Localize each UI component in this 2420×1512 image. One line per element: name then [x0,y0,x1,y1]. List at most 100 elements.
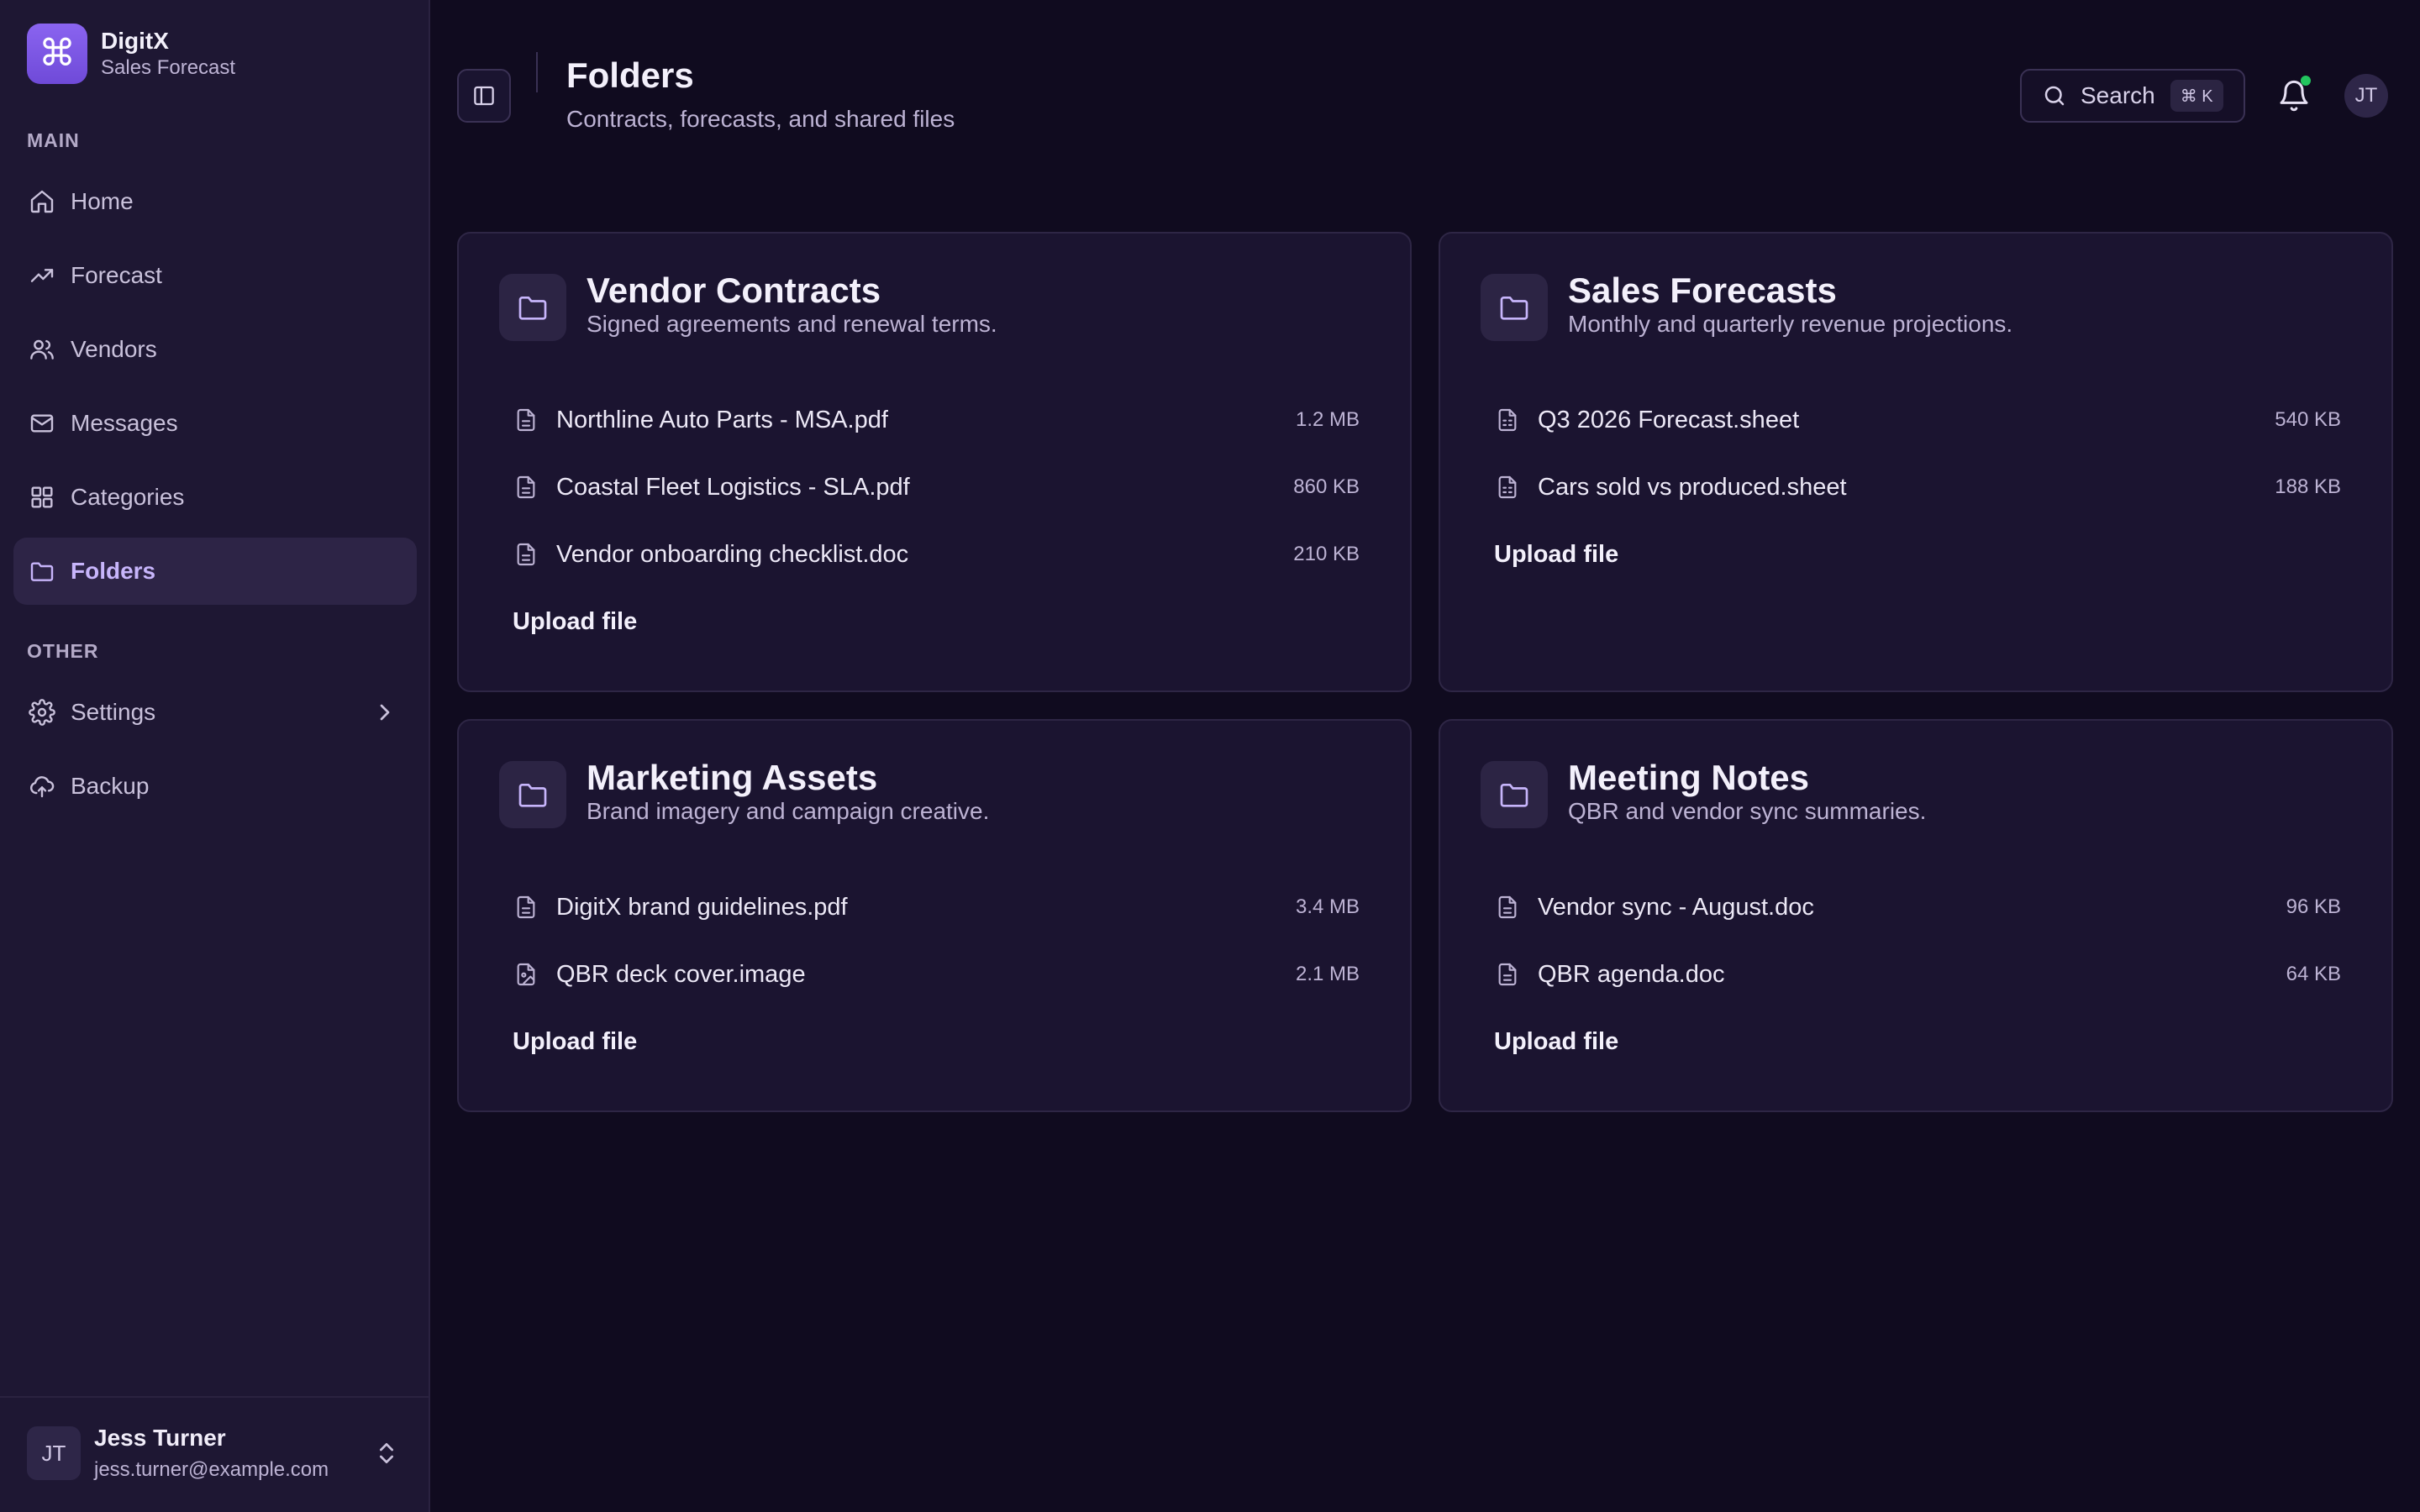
sidebar-item-messages[interactable]: Messages [13,390,417,457]
file-text-icon [517,475,535,499]
user-email: jess.turner@example.com [94,1458,329,1481]
file-row[interactable]: Cars sold vs produced.sheet 188 KB [1494,454,2341,521]
page-title: Folders [566,55,694,95]
file-size: 2.1 MB [1295,963,1360,985]
sidebar-item-label: Backup [71,773,150,799]
sidebar-item-vendors[interactable]: Vendors [13,316,417,383]
file-row[interactable]: QBR deck cover.image 2.1 MB [513,941,1360,1008]
trending-up-icon [29,262,55,289]
notification-dot [2301,76,2311,86]
file-name: Coastal Fleet Logistics - SLA.pdf [556,473,910,501]
folder-title: Meeting Notes [1568,758,1810,797]
file-spreadsheet-icon [1498,408,1517,432]
upload-file-button[interactable]: Upload file [1481,1015,1632,1069]
folder-icon [29,558,55,585]
sidebar-item-home[interactable]: Home [13,168,417,235]
brand-name: DigitX [101,28,169,54]
folder-title: Marketing Assets [587,758,878,797]
gear-icon [29,699,55,726]
folder-description: QBR and vendor sync summaries. [1568,798,1927,824]
grid-icon [29,484,55,511]
file-name: Cars sold vs produced.sheet [1538,473,1847,501]
sidebar-item-label: Vendors [71,336,157,362]
mail-icon [29,410,55,437]
file-size: 540 KB [2275,408,2341,431]
folder-description: Monthly and quarterly revenue projection… [1568,311,2013,337]
sidebar-item-label: Messages [71,410,178,436]
brand-subtitle: Sales Forecast [101,56,236,79]
file-row[interactable]: Vendor sync - August.doc 96 KB [1494,874,2341,941]
users-icon [29,336,55,363]
sidebar-item-folders[interactable]: Folders [13,538,417,605]
chevron-right-icon [380,704,390,721]
home-icon [29,188,55,215]
file-name: Northline Auto Parts - MSA.pdf [556,406,888,433]
folder-title: Vendor Contracts [587,270,881,310]
folder-icon [499,761,566,828]
user-name: Jess Turner [94,1425,226,1451]
sidebar-item-categories[interactable]: Categories [13,464,417,531]
section-label-main: MAIN [27,129,80,151]
sidebar-item-label: Categories [71,484,185,510]
file-row[interactable]: Coastal Fleet Logistics - SLA.pdf 860 KB [513,454,1360,521]
upload-file-button[interactable]: Upload file [499,595,650,649]
search-shortcut: ⌘ K [2170,80,2223,112]
brand[interactable]: ⌘ DigitX Sales Forecast [27,24,235,84]
file-row[interactable]: Vendor onboarding checklist.doc 210 KB [513,521,1360,588]
panel-left-icon [474,86,494,106]
cloud-upload-icon [29,773,55,800]
header-avatar[interactable]: JT [2344,74,2388,118]
file-name: Q3 2026 Forecast.sheet [1538,406,1800,433]
sidebar-item-label: Settings [71,699,156,725]
file-name: Vendor sync - August.doc [1538,893,1814,921]
file-name: Vendor onboarding checklist.doc [556,540,909,568]
search-icon [2044,86,2065,106]
search-button[interactable]: Search ⌘ K [2020,69,2245,123]
file-spreadsheet-icon [1498,475,1517,499]
folder-description: Signed agreements and renewal terms. [587,311,997,337]
file-row[interactable]: Northline Auto Parts - MSA.pdf 1.2 MB [513,386,1360,454]
folder-icon [1481,761,1548,828]
command-icon: ⌘ [27,24,87,84]
search-label: Search [2081,82,2155,108]
file-text-icon [1498,895,1517,919]
avatar: JT [27,1426,81,1480]
file-text-icon [517,543,535,566]
sidebar: ⌘ DigitX Sales Forecast MAIN Home Foreca… [0,0,430,1512]
file-size: 210 KB [1293,543,1360,565]
sidebar-item-label: Home [71,188,134,214]
folder-card-meeting-notes: Meeting Notes QBR and vendor sync summar… [1439,719,2393,1112]
folder-card-marketing-assets: Marketing Assets Brand imagery and campa… [457,719,1412,1112]
user-menu[interactable]: JT Jess Turner jess.turner@example.com [0,1396,429,1512]
file-row[interactable]: DigitX brand guidelines.pdf 3.4 MB [513,874,1360,941]
folder-card-vendor-contracts: Vendor Contracts Signed agreements and r… [457,232,1412,692]
file-name: QBR agenda.doc [1538,960,1725,988]
file-text-icon [1498,963,1517,986]
sidebar-item-settings[interactable]: Settings [13,679,417,746]
file-size: 860 KB [1293,475,1360,498]
file-name: QBR deck cover.image [556,960,806,988]
upload-file-button[interactable]: Upload file [1481,528,1632,582]
file-size: 96 KB [2286,895,2341,918]
file-row[interactable]: QBR agenda.doc 64 KB [1494,941,2341,1008]
folder-description: Brand imagery and campaign creative. [587,798,990,824]
file-size: 64 KB [2286,963,2341,985]
file-text-icon [517,895,535,919]
sidebar-item-forecast[interactable]: Forecast [13,242,417,309]
sidebar-toggle-button[interactable] [457,69,511,123]
file-size: 188 KB [2275,475,2341,498]
upload-file-button[interactable]: Upload file [499,1015,650,1069]
file-row[interactable]: Q3 2026 Forecast.sheet 540 KB [1494,386,2341,454]
file-image-icon [517,963,535,986]
chevrons-up-down-icon[interactable] [373,1440,400,1467]
page-subtitle: Contracts, forecasts, and shared files [566,106,955,132]
file-name: DigitX brand guidelines.pdf [556,893,848,921]
sidebar-item-label: Folders [71,558,156,584]
header-divider [536,52,538,92]
file-text-icon [517,408,535,432]
sidebar-item-label: Forecast [71,262,162,288]
folder-icon [1481,274,1548,341]
folder-icon [499,274,566,341]
folder-card-sales-forecasts: Sales Forecasts Monthly and quarterly re… [1439,232,2393,692]
sidebar-item-backup[interactable]: Backup [13,753,417,820]
